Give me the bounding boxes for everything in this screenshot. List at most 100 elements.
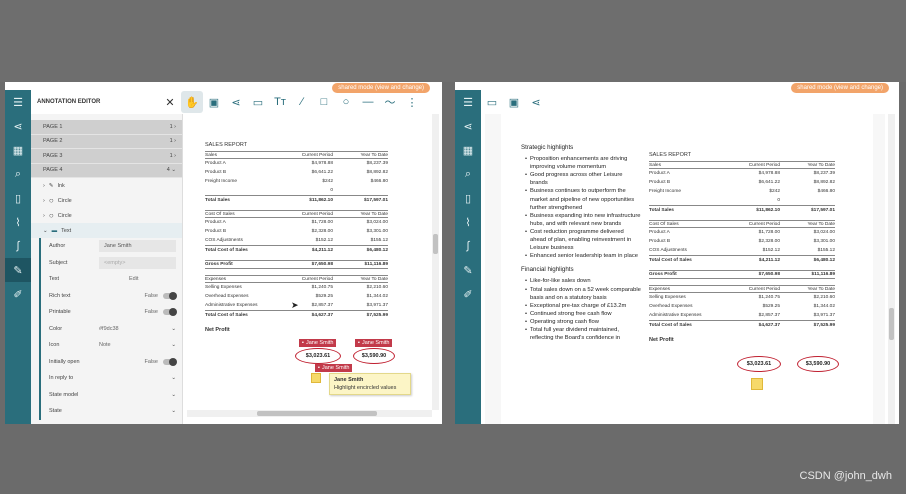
chevron-down-icon: ⌄ xyxy=(171,408,176,415)
vertical-scrollbar[interactable] xyxy=(888,114,895,424)
share-icon[interactable]: ⋖ xyxy=(225,91,247,113)
chevron-down-icon: ⌄ xyxy=(171,375,176,382)
initially-open-toggle[interactable] xyxy=(163,357,177,366)
page-label: PAGE 3 xyxy=(43,152,63,159)
list-item: Exceptional pre-tax charge of £13.2m xyxy=(525,302,641,310)
strategic-title: Strategic highlights xyxy=(521,144,574,151)
icon-select[interactable]: Note xyxy=(99,342,171,348)
chevron-right-icon: › xyxy=(43,182,45,189)
menu-icon[interactable]: ☰ xyxy=(5,90,31,114)
bookmark-icon[interactable]: ▯ xyxy=(455,186,481,210)
document-page: Strategic highlights Proposition enhance… xyxy=(501,114,873,424)
author-field[interactable]: Jane Smith xyxy=(99,240,176,253)
page-count: 1 xyxy=(169,123,173,130)
chevron-down-icon: ⌄ xyxy=(171,391,176,398)
prop-text: Text Edit xyxy=(41,271,182,288)
attachment-icon[interactable]: ⌇ xyxy=(455,210,481,234)
page-row[interactable]: PAGE 44 ⌄ xyxy=(31,163,182,178)
user-icon: ▪ xyxy=(358,340,360,346)
prop-in-reply-to[interactable]: In reply to ⌄ xyxy=(41,370,182,387)
page-row[interactable]: PAGE 11 › xyxy=(31,120,182,135)
subject-field[interactable]: <empty> xyxy=(99,256,176,269)
circle-annotation[interactable]: $3,590.90 xyxy=(797,356,839,372)
document-canvas: Strategic highlights Proposition enhance… xyxy=(485,114,885,424)
net-profit-label: Net Profit xyxy=(649,336,674,343)
list-item: Total sales down on a 52 week comparable… xyxy=(525,286,641,302)
text-icon[interactable]: Tт xyxy=(269,91,291,113)
list-item: Continued strong free cash flow xyxy=(525,310,641,318)
annotation-edit-icon[interactable]: ✎ xyxy=(5,258,31,282)
signature-icon[interactable]: ∫ xyxy=(455,234,481,258)
close-icon[interactable]: ✕ xyxy=(159,91,181,113)
prop-subject: Subject <empty> xyxy=(41,255,182,272)
circle-icon: ○ xyxy=(48,211,54,220)
edit-text-button[interactable]: Edit xyxy=(99,276,176,282)
financial-title: Financial highlights xyxy=(521,266,574,274)
form-edit-icon[interactable]: ✐ xyxy=(455,282,481,306)
sticky-note-icon[interactable] xyxy=(751,378,763,390)
share-icon[interactable]: ⋖ xyxy=(5,114,31,138)
mouse-cursor-icon: ➤ xyxy=(291,300,299,310)
sticky-note-icon[interactable] xyxy=(311,373,321,383)
page-count: 4 xyxy=(166,167,170,174)
list-item: Good progress across other Leisure brand… xyxy=(525,171,641,187)
signature-icon[interactable]: ∫ xyxy=(5,234,31,258)
prop-rich-text: Rich text False xyxy=(41,288,182,305)
circle-annotation[interactable]: $3,023.61 xyxy=(295,348,341,364)
save-icon[interactable]: ▣ xyxy=(503,91,525,113)
right-sidebar-rail: ☰ ⋖ ▦ ⌕ ▯ ⌇ ∫ ✎ ✐ xyxy=(455,90,481,424)
page-row[interactable]: PAGE 21 › xyxy=(31,134,182,149)
list-item: Total full year dividend maintained, ref… xyxy=(525,326,641,342)
horizontal-scrollbar[interactable] xyxy=(187,410,432,417)
prop-state[interactable]: State ⌄ xyxy=(41,403,182,420)
menu-icon[interactable]: ☰ xyxy=(455,90,481,114)
circle-annotation[interactable]: $3,023.61 xyxy=(737,356,781,372)
share-icon[interactable]: ⋖ xyxy=(525,91,547,113)
attachment-icon[interactable]: ⌇ xyxy=(5,210,31,234)
line-icon[interactable]: — xyxy=(357,91,379,113)
tooltip-text: Highlight encircled values xyxy=(334,385,397,391)
rectangle-icon[interactable]: □ xyxy=(313,91,335,113)
share-icon[interactable]: ⋖ xyxy=(455,114,481,138)
circle-icon[interactable]: ○ xyxy=(335,91,357,113)
hand-icon[interactable]: ✋ xyxy=(181,91,203,113)
prop-color: Color #f9dc38 ⌄ xyxy=(49,325,176,332)
form-edit-icon[interactable]: ✐ xyxy=(5,282,31,306)
thumbnails-icon[interactable]: ▦ xyxy=(5,138,31,162)
scroll-thumb[interactable] xyxy=(889,308,894,340)
vertical-scrollbar[interactable] xyxy=(432,114,439,410)
tree-item-circle[interactable]: › ○ Circle xyxy=(31,193,182,208)
rich-text-toggle[interactable] xyxy=(163,291,177,300)
chevron-right-icon: › xyxy=(43,212,45,219)
tree-item-text[interactable]: ⌄ ▬ Text xyxy=(31,223,182,238)
polyline-icon[interactable]: 〜 xyxy=(379,91,401,113)
list-item: Business expanding into new infrastructu… xyxy=(525,212,641,228)
open-icon[interactable]: ▭ xyxy=(481,91,503,113)
circle-annotation[interactable]: $3,590.90 xyxy=(353,348,395,364)
color-select[interactable]: #f9dc38 xyxy=(99,326,171,332)
list-item: Like-for-like sales down xyxy=(525,277,641,285)
page-row[interactable]: PAGE 31 › xyxy=(31,149,182,164)
comment-icon[interactable]: ▭ xyxy=(247,91,269,113)
annotation-edit-icon[interactable]: ✎ xyxy=(455,258,481,282)
bookmark-icon[interactable]: ▯ xyxy=(5,186,31,210)
save-icon[interactable]: ▣ xyxy=(203,91,225,113)
scroll-thumb[interactable] xyxy=(433,234,438,254)
scroll-thumb[interactable] xyxy=(257,411,377,416)
search-icon[interactable]: ⌕ xyxy=(455,162,481,186)
chevron-down-icon: ⌄ xyxy=(171,342,176,349)
prop-author: Author Jane Smith xyxy=(41,238,182,255)
printable-toggle[interactable] xyxy=(163,308,177,317)
more-icon[interactable]: ⋮ xyxy=(401,91,423,113)
prop-initially-open: Initially open False xyxy=(41,354,182,371)
sales-report: SALES REPORT Sales Current Period Year To … xyxy=(649,152,835,343)
thumbnails-icon[interactable]: ▦ xyxy=(455,138,481,162)
prop-state-model[interactable]: State model ⌄ xyxy=(41,387,182,404)
pen-icon[interactable]: ∕ xyxy=(291,91,313,113)
note-tooltip: Jane Smith Highlight encircled values xyxy=(329,373,411,395)
backdrop-top xyxy=(0,0,906,82)
tree-item-ink[interactable]: › ✎ Ink xyxy=(31,178,182,193)
search-icon[interactable]: ⌕ xyxy=(5,162,31,186)
tree-item-circle[interactable]: › ○ Circle xyxy=(31,208,182,223)
prop-printable: Printable False xyxy=(41,304,182,321)
